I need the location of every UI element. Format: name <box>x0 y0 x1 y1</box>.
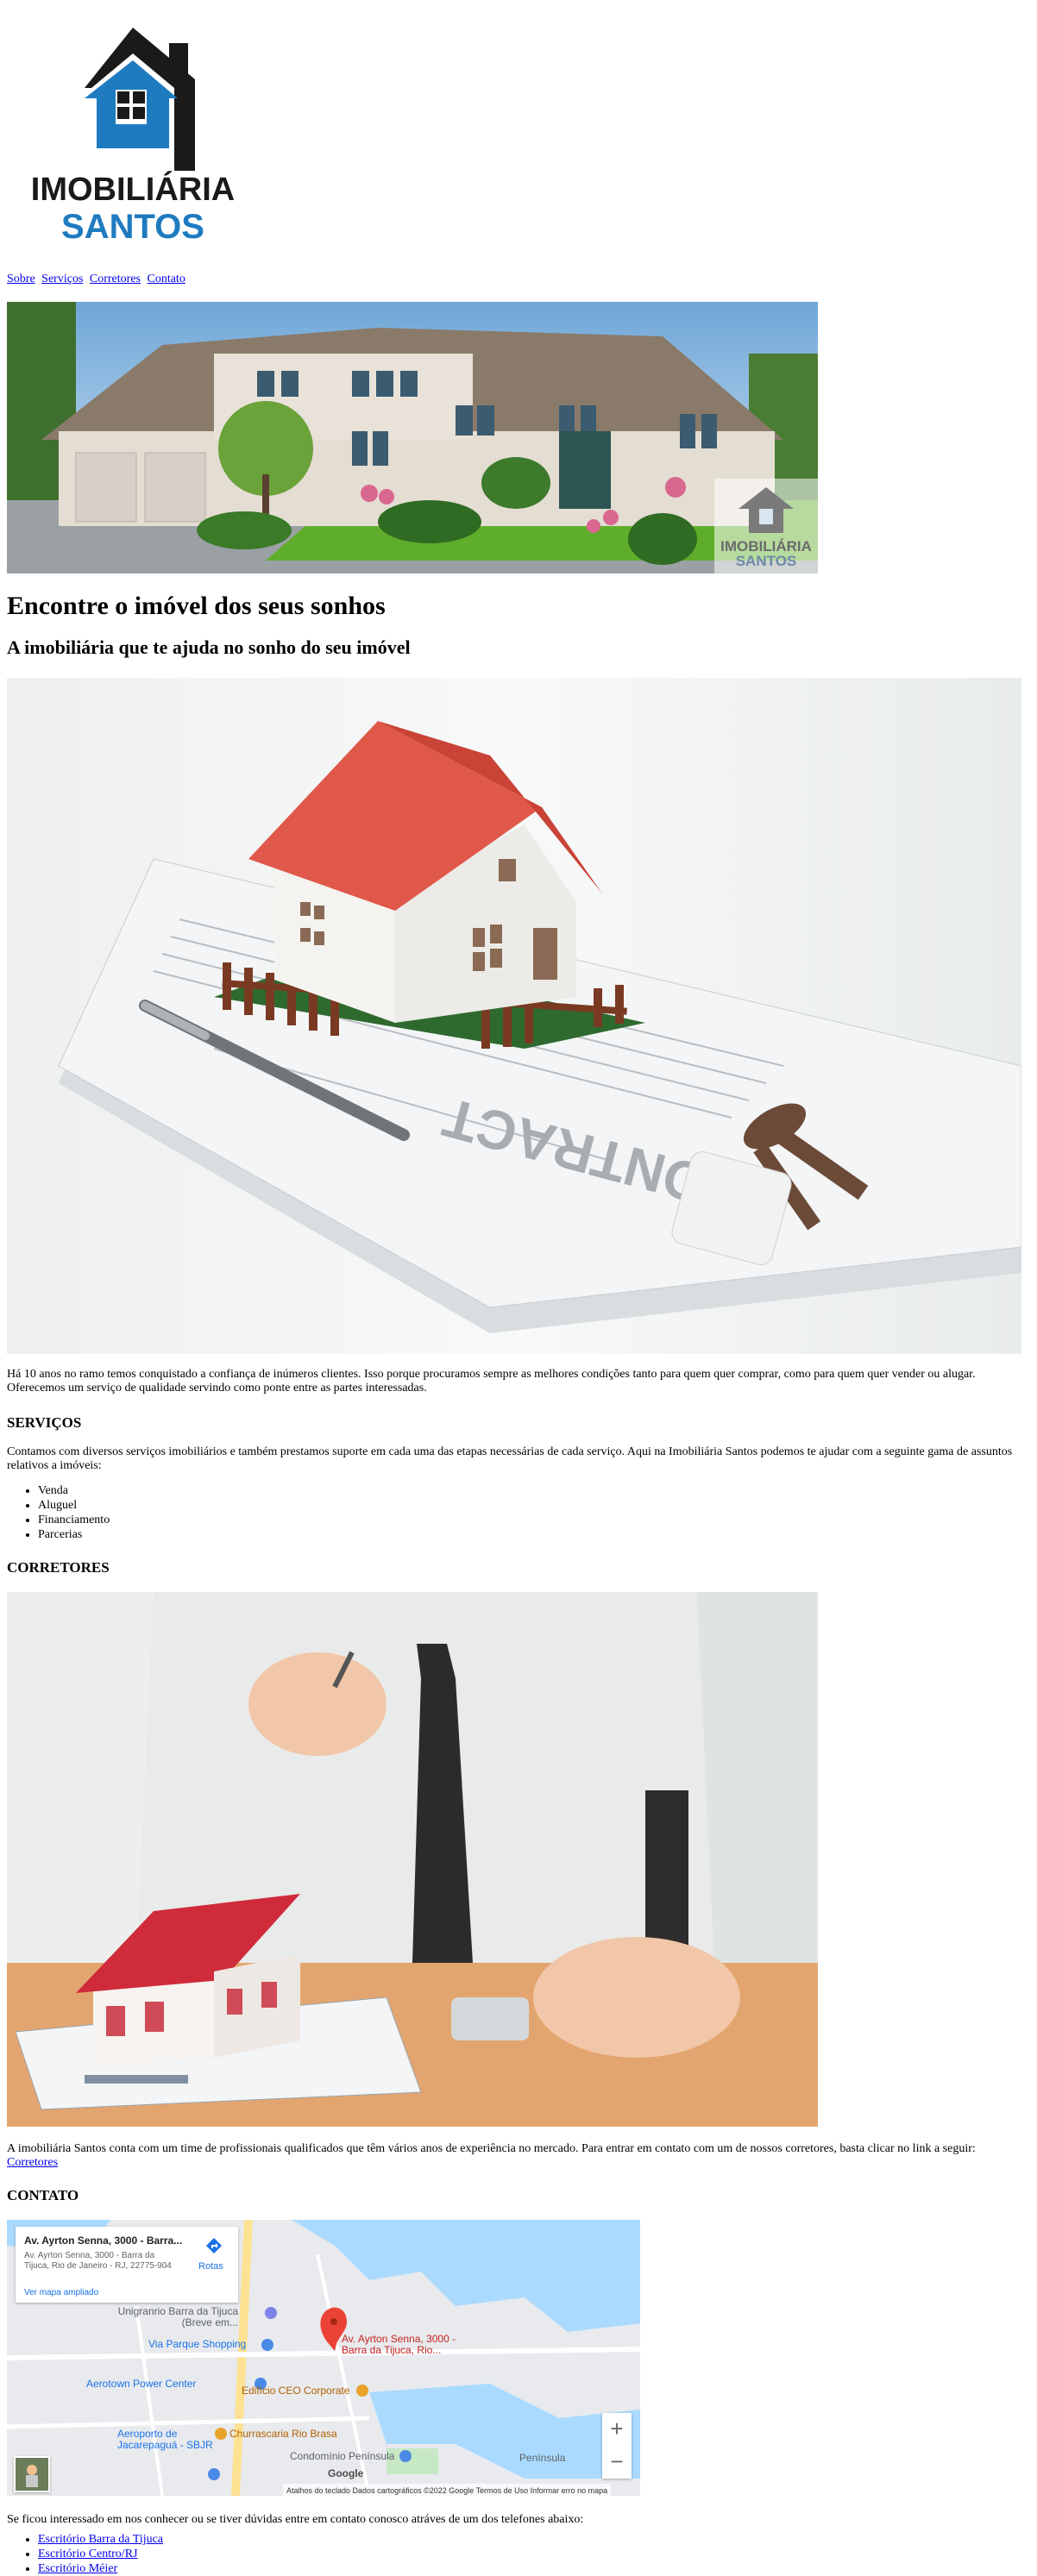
map-larger-link[interactable]: Ver mapa ampliado <box>24 2287 98 2298</box>
contato-paragraph: Se ficou interessado em nos conhecer ou … <box>7 2513 584 2526</box>
page-subtitle: A imobiliária que te ajuda no sonho do s… <box>7 636 411 658</box>
map-place-unigranrio[interactable]: Unigranrio Barra da Tijuca (Breve em... <box>109 2306 238 2328</box>
map-directions-link[interactable]: Rotas <box>198 2261 223 2272</box>
logo-line1: IMOBILIÁRIA <box>31 170 234 208</box>
map-place-peninsula[interactable]: Península <box>519 2453 565 2464</box>
list-item: Venda <box>38 1483 110 1498</box>
main-nav: Sobre Serviços Corretores Contato <box>7 273 189 286</box>
google-map-embed[interactable]: Av. Ayrton Senna, 3000 - Barra... Av. Ay… <box>7 2220 640 2496</box>
model-house-contract-image: CONTRACT <box>7 678 1021 1354</box>
list-item: Escritório Centro/RJ <box>38 2547 163 2561</box>
nav-link-sobre[interactable]: Sobre <box>7 273 35 285</box>
street-view-thumbnail[interactable] <box>14 2456 50 2492</box>
corretores-text: A imobiliária Santos conta com um time d… <box>7 2142 976 2155</box>
list-item: Parcerias <box>38 1527 110 1542</box>
zoom-in-button[interactable]: + <box>602 2413 632 2446</box>
map-pin-label[interactable]: Av. Ayrton Senna, 3000 - Barra da Tijuca… <box>342 2334 480 2356</box>
escritorio-centro-link[interactable]: Escritório Centro/RJ <box>38 2548 138 2560</box>
servicos-paragraph: Contamos com diversos serviços imobiliár… <box>7 1445 1013 1472</box>
page-title: Encontre o imóvel dos seus sonhos <box>7 592 386 620</box>
broker-desk-image <box>7 1592 818 2127</box>
list-item: Escritório Barra da Tijuca <box>38 2532 163 2547</box>
list-item: Financiamento <box>38 1513 110 1527</box>
corretores-heading: CORRETORES <box>7 1559 110 1576</box>
list-item: Aluguel <box>38 1498 110 1513</box>
map-place-aerotown[interactable]: Aerotown Power Center <box>86 2379 196 2390</box>
intro-paragraph: Há 10 anos no ramo temos conquistado a c… <box>7 1368 976 1395</box>
list-item: Escritório Méier <box>38 2561 163 2576</box>
map-place-edificio-ceo[interactable]: Edifício CEO Corporate <box>242 2385 349 2397</box>
map-place-condominio[interactable]: Condomínio Península <box>290 2451 394 2462</box>
escritorio-barra-link[interactable]: Escritório Barra da Tijuca <box>38 2533 163 2546</box>
escritorios-list: Escritório Barra da Tijuca Escritório Ce… <box>7 2532 163 2576</box>
map-place-churrascaria[interactable]: Churrascaria Rio Brasa <box>229 2429 337 2440</box>
directions-icon[interactable] <box>205 2237 223 2254</box>
contato-heading: CONTATO <box>7 2187 79 2203</box>
nav-link-corretores[interactable]: Corretores <box>90 273 141 285</box>
servicos-list: Venda Aluguel Financiamento Parcerias <box>7 1483 110 1542</box>
google-logo: Google <box>328 2467 364 2479</box>
nav-link-contato[interactable]: Contato <box>147 273 185 285</box>
logo-line2: SANTOS <box>61 208 204 246</box>
corretores-link[interactable]: Corretores <box>7 2156 58 2169</box>
map-place-via-parque[interactable]: Via Parque Shopping <box>148 2339 246 2350</box>
hero-house-image: IMOBILIÁRIA SANTOS <box>7 302 818 573</box>
escritorio-meier-link[interactable]: Escritório Méier <box>38 2562 117 2575</box>
zoom-out-button[interactable]: − <box>602 2446 632 2479</box>
corretores-paragraph: A imobiliária Santos conta com um time d… <box>7 2142 1030 2170</box>
map-card-title: Av. Ayrton Senna, 3000 - Barra... <box>24 2235 183 2247</box>
map-footer-links[interactable]: Atalhos do teclado Dados cartográficos ©… <box>283 2484 612 2496</box>
nav-link-servicos[interactable]: Serviços <box>41 273 83 285</box>
map-zoom-control: + − <box>602 2413 632 2479</box>
hero-watermark-line2: SANTOS <box>736 553 797 569</box>
map-info-card: Av. Ayrton Senna, 3000 - Barra... Av. Ay… <box>16 2227 238 2303</box>
site-logo: IMOBILIÁRIA SANTOS <box>31 26 235 246</box>
servicos-heading: SERVIÇOS <box>7 1414 82 1431</box>
map-card-address: Av. Ayrton Senna, 3000 - Barra da Tijuca… <box>24 2251 172 2271</box>
map-place-aeroporto[interactable]: Aeroporto de Jacarepaguá - SBJR <box>117 2429 221 2451</box>
